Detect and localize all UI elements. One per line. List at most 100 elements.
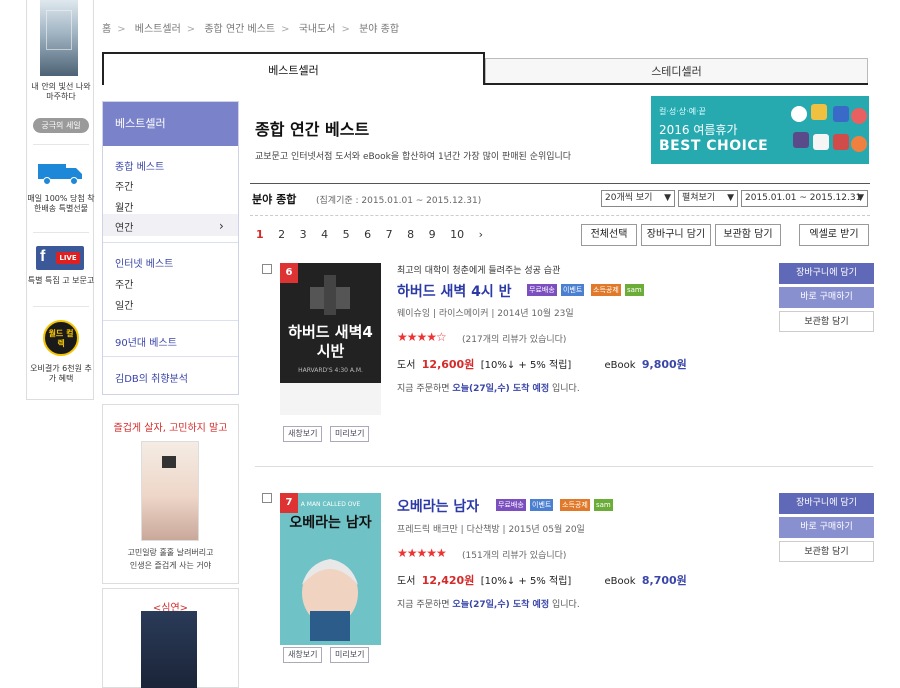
item-meta: 프레드릭 배크만 | 다산책방 | 2015년 05월 20일 <box>397 525 585 535</box>
badge-tax: 소득공제 <box>560 499 590 511</box>
rail-book-cover[interactable] <box>40 0 78 76</box>
page-4[interactable]: 4 <box>321 228 328 241</box>
rating-stars: ★★★★★ <box>397 546 447 560</box>
nav-annual[interactable]: 연간 <box>115 219 133 234</box>
buy-now-button[interactable]: 바로 구매하기 <box>779 287 874 308</box>
badge-sam: sam <box>594 499 613 511</box>
hat-icon <box>811 104 827 120</box>
nav-header: 베스트셀러 <box>103 102 238 146</box>
next-page-icon[interactable]: › <box>479 228 483 241</box>
nav-internet-daily[interactable]: 일간 <box>115 297 133 312</box>
view-select[interactable]: 펼쳐보기 ▼ <box>678 190 738 207</box>
chevron-right-icon: › <box>219 219 224 233</box>
preview-button[interactable]: 미리보기 <box>330 647 370 663</box>
period-select[interactable]: 2015.01.01 ~ 2015.12.31 ▼ <box>741 190 868 207</box>
ad1-line1: 고민일랑 훌훌 날려버리고 <box>127 548 214 557</box>
breadcrumb-annual[interactable]: 종합 연간 베스트 <box>204 24 275 35</box>
facebook-live-banner[interactable]: f LIVE <box>36 246 84 270</box>
badge-sam: sam <box>625 284 644 296</box>
category-nav: 베스트셀러 종합 베스트 주간 월간 연간 › 인터넷 베스트 주간 일간 90… <box>102 101 239 395</box>
page-3[interactable]: 3 <box>300 228 307 241</box>
item-title[interactable]: 하버드 새벽 4시 반 <box>397 281 512 301</box>
page-6[interactable]: 6 <box>364 228 371 241</box>
count-select[interactable]: 20개씩 보기 ▼ <box>601 190 675 207</box>
tab-steadyseller[interactable]: 스테디셀러 <box>485 58 868 84</box>
ad1-book-cover <box>141 441 199 541</box>
price-row: 도서 12,600원 [10%↓ + 5% 적립] eBook 9,800원 <box>397 358 687 371</box>
breadcrumb-bestseller[interactable]: 베스트셀러 <box>135 24 181 35</box>
book-icon <box>813 134 829 150</box>
new-window-button[interactable]: 새창보기 <box>283 647 323 663</box>
badge-free-shipping: 무료배송 <box>496 499 526 511</box>
tab-bestseller[interactable]: 베스트셀러 <box>102 52 485 85</box>
book-cover-1[interactable]: 6 하버드 새벽4시반 HARVARD'S 4:30 A.M. <box>280 263 381 415</box>
review-count[interactable]: (151개의 리뷰가 있습니다) <box>462 548 566 561</box>
nav-weekly[interactable]: 주간 <box>115 178 133 193</box>
add-to-cart-button[interactable]: 장바구니에 담기 <box>779 493 874 514</box>
ad-banner-2[interactable]: <심연> <box>102 588 239 688</box>
bag-icon <box>793 132 809 148</box>
event-badge[interactable]: 월드 컬렉 <box>43 320 79 356</box>
nav-internet-best[interactable]: 인터넷 베스트 <box>115 255 173 270</box>
chevron-down-icon: ▼ <box>727 193 734 203</box>
rail-book-caption[interactable]: 내 안의 빛선 나와 마주하다 <box>27 82 95 102</box>
page-5[interactable]: 5 <box>343 228 350 241</box>
nav-taste-analysis[interactable]: 김DB의 취향분석 <box>115 370 188 385</box>
shipping-info: 지금 주문하면 오늘(27일,수) 도착 예정 입니다. <box>397 600 580 610</box>
keep-button[interactable]: 보관함 담기 <box>779 541 874 562</box>
ad1-title: 즐겁게 살자, 고민하지 말고 <box>113 423 228 434</box>
summer-vacation-banner[interactable]: 컬·성·상·예·끝 2016 여름휴가 BEST CHOICE <box>651 96 869 164</box>
new-window-button[interactable]: 새창보기 <box>283 426 323 442</box>
page-1[interactable]: 1 <box>256 228 264 241</box>
nav-total-best[interactable]: 종합 베스트 <box>115 158 164 173</box>
item-title[interactable]: 오베라는 남자 <box>397 496 479 516</box>
tshirt-icon <box>833 106 849 122</box>
orange-icon <box>851 136 867 152</box>
nav-monthly[interactable]: 월간 <box>115 199 133 214</box>
live-badge: LIVE <box>56 252 80 264</box>
breadcrumb-home[interactable]: 홈 <box>102 24 111 35</box>
buy-now-button[interactable]: 바로 구매하기 <box>779 517 874 538</box>
rank-badge: 6 <box>280 263 298 283</box>
section-title: 분야 종합 <box>252 193 297 206</box>
book-cover-2[interactable]: 7 오베라는 남자 A MAN CALLED OVE <box>280 493 381 645</box>
item-meta: 웨이슈잉 | 라이스메이커 | 2014년 10월 23일 <box>397 309 574 319</box>
page-9[interactable]: 9 <box>429 228 436 241</box>
item-checkbox[interactable] <box>262 264 272 274</box>
item-checkbox[interactable] <box>262 493 272 503</box>
page-7[interactable]: 7 <box>386 228 393 241</box>
rail-sale-pill[interactable]: 궁극의 세일 <box>33 118 89 133</box>
event-caption[interactable]: 오비결가 6천원 추가 혜택 <box>27 364 95 384</box>
add-to-cart-all-button[interactable]: 장바구니 담기 <box>641 224 711 246</box>
item-tagline: 최고의 대학이 청춘에게 들려주는 성공 습관 <box>397 266 561 276</box>
page-title: 종합 연간 베스트 <box>255 120 370 139</box>
page-10[interactable]: 10 <box>450 228 464 241</box>
price-row: 도서 12,420원 [10%↓ + 5% 적립] eBook 8,700원 <box>397 574 687 587</box>
page-2[interactable]: 2 <box>278 228 285 241</box>
ad-banner-1[interactable]: 즐겁게 살자, 고민하지 말고 고민일랑 훌훌 날려버리고 인생은 즐겁게 사는… <box>102 404 239 584</box>
nav-90s-best[interactable]: 90년대 베스트 <box>115 334 177 349</box>
rating-stars: ★★★★☆ <box>397 330 447 344</box>
export-excel-button[interactable]: 엑셀로 받기 <box>799 224 869 246</box>
facebook-caption[interactable]: 특별 특집 고 보문고 <box>27 276 95 286</box>
section-range: (집계기준 : 2015.01.01 ~ 2015.12.31) <box>316 196 482 206</box>
review-count[interactable]: (217개의 리뷰가 있습니다) <box>462 332 566 345</box>
delivery-caption[interactable]: 매일 100% 당첨 착한배송 특별선물 <box>27 194 95 214</box>
breadcrumb-domestic[interactable]: 국내도서 <box>299 24 336 35</box>
gift-icon <box>833 134 849 150</box>
breadcrumb-category[interactable]: 분야 종합 <box>359 24 399 35</box>
chevron-down-icon: ▼ <box>857 193 864 203</box>
shipping-info: 지금 주문하면 오늘(27일,수) 도착 예정 입니다. <box>397 384 580 394</box>
badge-free-shipping: 무료배송 <box>527 284 557 296</box>
breadcrumb: 홈 > 베스트셀러 > 종합 연간 베스트 > 국내도서 > 분야 종합 <box>102 24 400 35</box>
page-8[interactable]: 8 <box>407 228 414 241</box>
keep-button[interactable]: 보관함 담기 <box>779 311 874 332</box>
add-to-wishlist-all-button[interactable]: 보관함 담기 <box>715 224 781 246</box>
badge-tax: 소득공제 <box>591 284 621 296</box>
delivery-truck-icon <box>38 164 82 185</box>
facebook-icon: f <box>40 248 46 265</box>
add-to-cart-button[interactable]: 장바구니에 담기 <box>779 263 874 284</box>
nav-internet-weekly[interactable]: 주간 <box>115 276 133 291</box>
preview-button[interactable]: 미리보기 <box>330 426 370 442</box>
select-all-button[interactable]: 전체선택 <box>581 224 637 246</box>
